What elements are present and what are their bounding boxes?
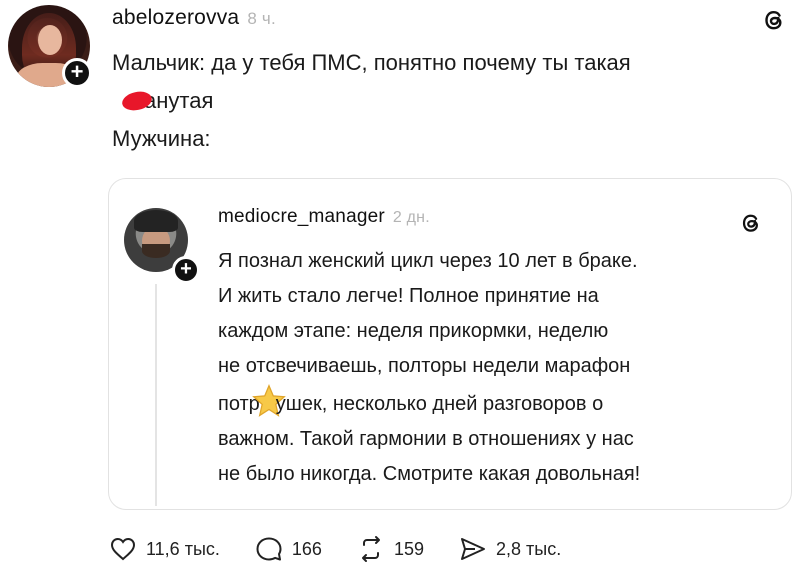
follow-plus-icon[interactable]: + [62, 58, 92, 88]
quoted-text-line-1: Я познал женский цикл через 10 лет в бра… [218, 250, 638, 272]
comment-icon [256, 537, 282, 561]
avatar-face [38, 25, 62, 55]
post-text: Мальчик: да у тебя ПМС, понятно почему т… [112, 44, 792, 158]
quoted-text-line-5: потр ушек, несколько дней разговоров о [218, 384, 778, 422]
quoted-post-text: Я познал женский цикл через 10 лет в бра… [218, 244, 778, 492]
quoted-text-line-3: каждом этапе: неделя прикормки, неделю [218, 320, 609, 342]
threads-icon [765, 10, 782, 30]
repost-icon [361, 536, 380, 562]
repost-button[interactable]: 159 [356, 534, 424, 564]
repost-count: 159 [393, 538, 424, 559]
like-count: 11,6 тыс. [146, 538, 220, 559]
post-time: 8 ч. [247, 9, 276, 28]
thread-line [155, 284, 157, 506]
share-icon [460, 538, 485, 560]
post-text-line-2: анутая [112, 82, 792, 120]
quoted-username[interactable]: mediocre_manager [218, 206, 385, 227]
share-button[interactable]: 2,8 тыс. [458, 534, 561, 564]
author-username-row: abelozerovva 8 ч. [112, 6, 276, 30]
comment-count: 166 [291, 538, 322, 559]
comment-button[interactable]: 166 [254, 534, 322, 564]
quoted-post-time: 2 дн. [392, 209, 430, 226]
action-bar: 11,6 тыс. 166 159 2,8 тыс. [108, 531, 595, 567]
like-button[interactable]: 11,6 тыс. [108, 534, 220, 564]
heart-icon [110, 537, 136, 561]
share-count: 2,8 тыс. [495, 538, 562, 559]
quoted-text-line-6: важном. Такой гармонии в отношениях у на… [218, 428, 634, 450]
quoted-text-line-2: И жить стало легче! Полное принятие на [218, 285, 599, 307]
quoted-username-row: mediocre_manager 2 дн. [218, 206, 430, 228]
quoted-text-line-7: не было никогда. Смотрите какая довольна… [218, 463, 641, 485]
avatar-cap [134, 210, 178, 232]
quoted-text-line-4: не отсвечиваешь, полторы недели марафон [218, 355, 631, 377]
follow-plus-icon[interactable]: + [172, 256, 200, 284]
avatar-beard [142, 244, 170, 258]
author-username[interactable]: abelozerovva [112, 6, 239, 29]
post-text-line-1: Мальчик: да у тебя ПМС, понятно почему т… [112, 50, 631, 75]
threads-icon [742, 214, 758, 232]
post-text-line-3: Мужчина: [112, 126, 211, 151]
